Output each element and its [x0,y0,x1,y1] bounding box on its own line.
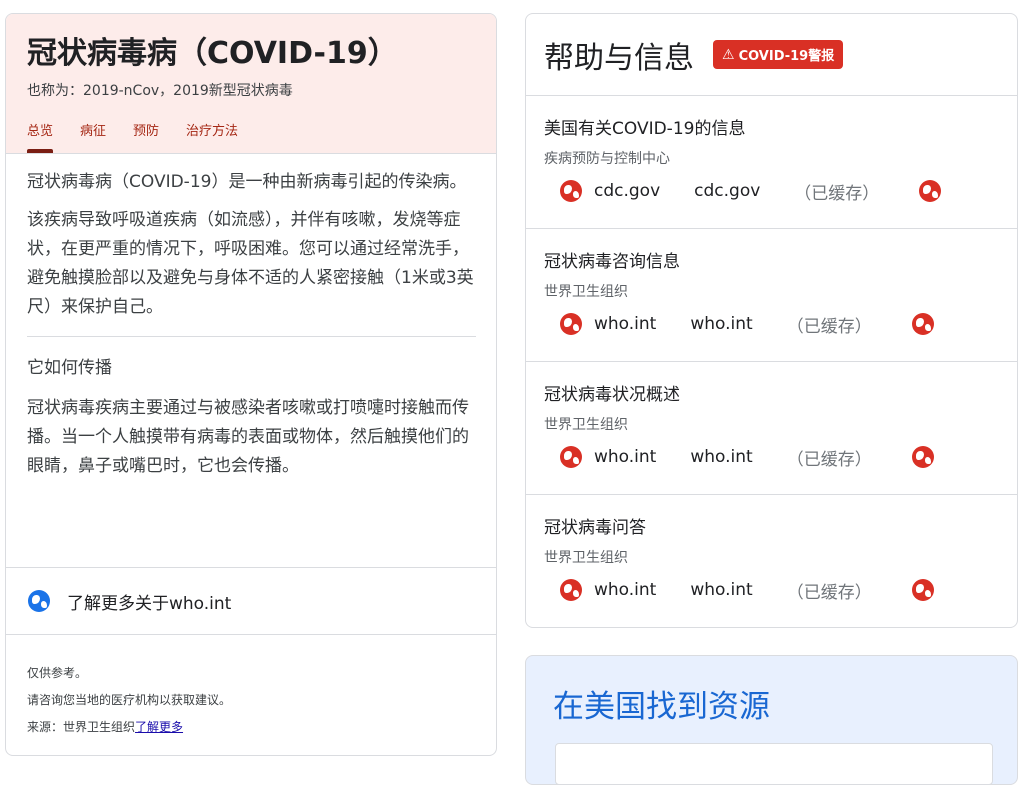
resource-link[interactable]: who.int [594,314,656,334]
footer-source: 来源：世界卫生组织了解更多 [27,714,231,741]
find-resources-input[interactable] [555,743,993,785]
resource-link[interactable]: who.int [690,580,752,600]
resource-links: who.int who.int （已缓存） [560,444,1017,470]
resource-link[interactable]: who.int [594,447,656,467]
find-resources-title: 在美国找到资源 [553,689,770,725]
globe-icon [28,590,50,612]
resource-link[interactable]: who.int [594,580,656,600]
overview-header: 冠状病毒病（COVID-19） 也称为：2019-nCov，2019新型冠状病毒… [6,14,496,154]
footer-source-label: 来源：世界卫生组织 [27,720,136,734]
globe-icon[interactable] [560,579,582,601]
resource-source: 世界卫生组织 [544,417,628,433]
resource-item: 冠状病毒咨询信息 世界卫生组织 who.int who.int （已缓存） [526,229,1017,362]
globe-icon[interactable] [560,180,582,202]
overview-card: 冠状病毒病（COVID-19） 也称为：2019-nCov，2019新型冠状病毒… [5,13,497,756]
resource-title[interactable]: 冠状病毒问答 [544,513,1017,538]
help-header: 帮助与信息 ⚠ COVID-19警报 [526,14,1017,96]
page-title: 冠状病毒病（COVID-19） [27,36,398,71]
resource-links: cdc.gov cdc.gov （已缓存） [560,178,1017,204]
overview-paragraph: 冠状病毒病（COVID-19）是一种由新病毒引起的传染病。 [27,172,467,192]
resource-source: 世界卫生组织 [544,550,628,566]
divider [27,336,476,337]
section-heading: 它如何传播 [27,358,112,378]
cached-label[interactable]: （已缓存） [794,179,879,204]
tab-overview[interactable]: 总览 [27,120,54,153]
learn-more-label: 了解更多关于who.int [67,593,232,614]
footer-learn-more-link[interactable]: 了解更多 [135,720,183,734]
tab-symptoms[interactable]: 病征 [80,120,106,153]
tab-bar: 总览 病征 预防 治疗方法 [27,120,265,153]
help-card: 帮助与信息 ⚠ COVID-19警报 美国有关COVID-19的信息 疾病预防与… [525,13,1018,628]
overview-paragraph: 冠状病毒疾病主要通过与被感染者咳嗽或打喷嚏时接触而传播。当一个人触摸带有病毒的表… [27,398,469,476]
resource-source: 世界卫生组织 [544,284,628,300]
cached-label[interactable]: （已缓存） [787,578,872,603]
resource-item: 美国有关COVID-19的信息 疾病预防与控制中心 cdc.gov cdc.go… [526,96,1017,229]
resource-title[interactable]: 冠状病毒状况概述 [544,380,1017,405]
globe-icon[interactable] [919,180,942,202]
footer-notes: 仅供参考。 请咨询您当地的医疗机构以获取建议。 来源：世界卫生组织了解更多 [27,660,231,741]
covid-alert-badge[interactable]: ⚠ COVID-19警报 [713,40,844,69]
resource-source: 疾病预防与控制中心 [544,151,670,167]
find-resources-card: 在美国找到资源 [525,655,1018,785]
resource-title[interactable]: 美国有关COVID-19的信息 [544,114,1017,139]
globe-icon[interactable] [560,313,582,335]
resource-item: 冠状病毒状况概述 世界卫生组织 who.int who.int （已缓存） [526,362,1017,495]
resource-links: who.int who.int （已缓存） [560,577,1017,603]
overview-paragraph: 该疾病导致呼吸道疾病（如流感），并伴有咳嗽，发烧等症状，在更严重的情况下，呼吸困… [27,210,474,317]
tab-treatment[interactable]: 治疗方法 [186,120,238,153]
overview-body: 冠状病毒病（COVID-19）是一种由新病毒引起的传染病。 该疾病导致呼吸道疾病… [6,154,496,481]
help-title: 帮助与信息 [544,40,694,76]
learn-more-link[interactable]: 了解更多关于who.int [6,567,496,635]
also-known-as: 也称为：2019-nCov，2019新型冠状病毒 [27,83,293,99]
alert-label: COVID-19警报 [738,49,835,64]
globe-icon[interactable] [911,313,934,335]
globe-icon[interactable] [911,446,934,468]
resource-item: 冠状病毒问答 世界卫生组织 who.int who.int （已缓存） [526,495,1017,627]
globe-icon[interactable] [911,579,934,601]
cached-label[interactable]: （已缓存） [787,445,872,470]
globe-icon[interactable] [560,446,582,468]
warning-triangle-icon: ⚠ [722,46,735,63]
resource-link[interactable]: who.int [690,314,752,334]
resource-link[interactable]: who.int [690,447,752,467]
resource-link[interactable]: cdc.gov [594,181,660,201]
footer-advice: 请咨询您当地的医疗机构以获取建议。 [27,693,232,707]
cached-label[interactable]: （已缓存） [787,312,872,337]
resource-link[interactable]: cdc.gov [694,181,760,201]
resource-title[interactable]: 冠状病毒咨询信息 [544,247,1017,272]
tab-prevention[interactable]: 预防 [133,120,159,153]
footer-disclaimer: 仅供参考。 [27,666,88,680]
resource-links: who.int who.int （已缓存） [560,311,1017,337]
